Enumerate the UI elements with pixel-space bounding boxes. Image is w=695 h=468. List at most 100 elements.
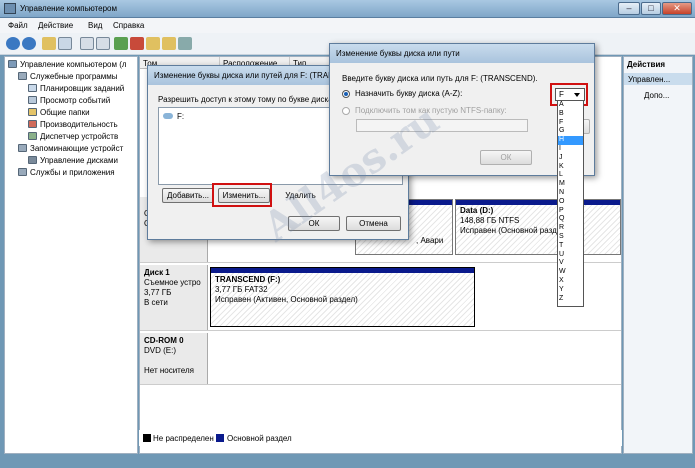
- assign-letter-radio[interactable]: [342, 90, 350, 98]
- drive-letter-option[interactable]: G: [558, 127, 583, 136]
- drive-letter-option[interactable]: F: [558, 119, 583, 128]
- drive-letters-dialog-text: Разрешить доступ к этому тому по букве д…: [158, 95, 340, 104]
- tree-item-system-tools[interactable]: Служебные программы: [30, 72, 117, 81]
- disk1-size: 3,77 ГБ: [144, 288, 172, 297]
- ok-button-disabled[interactable]: ОК: [480, 150, 532, 165]
- partition-bar: [456, 200, 620, 205]
- cdrom-row: CD-ROM 0 DVD (E:) Нет носителя: [140, 333, 621, 385]
- drive-letter-option[interactable]: A: [558, 101, 583, 110]
- drive-letter-option[interactable]: I: [558, 145, 583, 154]
- window-title: Управление компьютером: [20, 4, 117, 13]
- disk1-label[interactable]: Диск 1 Съемное устро 3,77 ГБ В сети: [140, 265, 208, 330]
- drive-letter-option[interactable]: W: [558, 268, 583, 277]
- partition-bar: [211, 268, 474, 273]
- up-folder-icon[interactable]: [42, 37, 56, 50]
- actions-disk-management[interactable]: Управлен...: [624, 73, 692, 85]
- delete-icon[interactable]: [130, 37, 144, 50]
- open-icon[interactable]: [146, 37, 160, 50]
- tree-item-shared-folders[interactable]: Общие папки: [40, 108, 90, 117]
- mount-folder-radio[interactable]: [342, 107, 350, 115]
- cdrom-name: CD-ROM 0: [144, 336, 184, 345]
- drive-letter-option[interactable]: N: [558, 189, 583, 198]
- drive-letter-option[interactable]: R: [558, 224, 583, 233]
- drive-letter-list[interactable]: ABFGHIJKLMNOPQRSTUVWXYZ: [557, 100, 584, 307]
- drive-letter-option[interactable]: T: [558, 242, 583, 251]
- legend-primary: Основной раздел: [227, 434, 292, 443]
- legend-primary-swatch: [216, 434, 224, 442]
- cdrom-label[interactable]: CD-ROM 0 DVD (E:) Нет носителя: [140, 333, 208, 384]
- properties-icon[interactable]: [80, 37, 94, 50]
- console-tree-icon[interactable]: [58, 37, 72, 50]
- drive-letter-option[interactable]: U: [558, 251, 583, 260]
- cdrom-type: DVD (E:): [144, 346, 176, 355]
- transcend-name: TRANSCEND (F:): [215, 275, 281, 284]
- data-partition-name: Data (D:): [460, 206, 494, 215]
- drive-letter-option[interactable]: X: [558, 277, 583, 286]
- transcend-partition[interactable]: TRANSCEND (F:) 3,77 ГБ FAT32 Исправен (А…: [210, 267, 475, 327]
- add-button[interactable]: Добавить...: [162, 188, 214, 203]
- drive-letter-option[interactable]: J: [558, 154, 583, 163]
- drive-letter-option[interactable]: L: [558, 171, 583, 180]
- disk0-part-b-status: , Авари: [416, 236, 444, 245]
- drive-letter-option[interactable]: M: [558, 180, 583, 189]
- highlight-frame: [212, 183, 272, 207]
- data-partition-status: Исправен (Основной раздел: [460, 226, 566, 235]
- data-partition-size: 148,88 ГБ NTFS: [460, 216, 520, 225]
- drive-letter-option[interactable]: Q: [558, 215, 583, 224]
- drive-letter-option[interactable]: K: [558, 163, 583, 172]
- actions-more[interactable]: Допо...: [644, 91, 669, 100]
- search-icon[interactable]: [162, 37, 176, 50]
- drive-letter-option[interactable]: B: [558, 110, 583, 119]
- cancel-button[interactable]: Отмена: [346, 216, 401, 231]
- drive-letter-option[interactable]: S: [558, 233, 583, 242]
- drive-letter-option[interactable]: V: [558, 259, 583, 268]
- computer-icon: [8, 60, 17, 68]
- help-icon[interactable]: [96, 37, 110, 50]
- minimize-button[interactable]: –: [618, 2, 640, 15]
- menu-bar: Файл Действие Вид Справка: [0, 18, 695, 33]
- back-icon[interactable]: [6, 37, 20, 50]
- tree-item-performance[interactable]: Производительность: [40, 120, 118, 129]
- disk-management-icon: [28, 156, 37, 164]
- device-manager-icon: [28, 132, 37, 140]
- disk-icon[interactable]: [178, 37, 192, 50]
- transcend-size: 3,77 ГБ FAT32: [215, 285, 268, 294]
- menu-help[interactable]: Справка: [113, 21, 144, 30]
- services-icon: [18, 168, 27, 176]
- actions-pane: Действия Управлен... Допо...: [623, 56, 693, 454]
- drive-letter-option[interactable]: H: [558, 136, 583, 145]
- storage-icon: [18, 144, 27, 152]
- disk1-name: Диск 1: [144, 268, 170, 277]
- change-letter-dialog-title: Изменение буквы диска или пути: [330, 44, 594, 63]
- legend: Не распределен Основной раздел: [139, 430, 622, 446]
- drive-letter-option[interactable]: Z: [558, 295, 583, 304]
- disk0-partition-data[interactable]: Data (D:) 148,88 ГБ NTFS Исправен (Основ…: [455, 199, 621, 255]
- shared-folders-icon: [28, 108, 37, 116]
- drive-letter-option[interactable]: P: [558, 207, 583, 216]
- path-entry-f[interactable]: F:: [177, 112, 184, 121]
- tree-item-disk-management[interactable]: Управление дисками: [40, 156, 118, 165]
- tree-item-root[interactable]: Управление компьютером (л: [20, 60, 127, 69]
- transcend-status: Исправен (Активен, Основной раздел): [215, 295, 358, 304]
- menu-file[interactable]: Файл: [8, 21, 28, 30]
- tree-item-services[interactable]: Службы и приложения: [30, 168, 115, 177]
- computer-management-icon: [4, 3, 16, 14]
- cdrom-media: Нет носителя: [144, 366, 194, 375]
- maximize-button[interactable]: □: [641, 2, 661, 15]
- performance-icon: [28, 120, 37, 128]
- tree-item-device-manager[interactable]: Диспетчер устройств: [40, 132, 118, 141]
- drive-letter-option[interactable]: O: [558, 198, 583, 207]
- assign-letter-label: Назначить букву диска (A-Z):: [355, 89, 463, 98]
- forward-icon[interactable]: [22, 37, 36, 50]
- task-scheduler-icon: [28, 84, 37, 92]
- disk1-type: Съемное устро: [144, 278, 201, 287]
- tree-item-event-viewer[interactable]: Просмотр событий: [40, 96, 110, 105]
- close-button[interactable]: ✕: [662, 2, 692, 15]
- drive-letter-option[interactable]: Y: [558, 286, 583, 295]
- tree-item-task-scheduler[interactable]: Планировщик заданий: [40, 84, 124, 93]
- legend-unallocated: Не распределен: [153, 434, 214, 443]
- menu-view[interactable]: Вид: [88, 21, 102, 30]
- refresh-icon[interactable]: [114, 37, 128, 50]
- menu-action[interactable]: Действие: [38, 21, 73, 30]
- tree-item-storage[interactable]: Запоминающие устройст: [30, 144, 123, 153]
